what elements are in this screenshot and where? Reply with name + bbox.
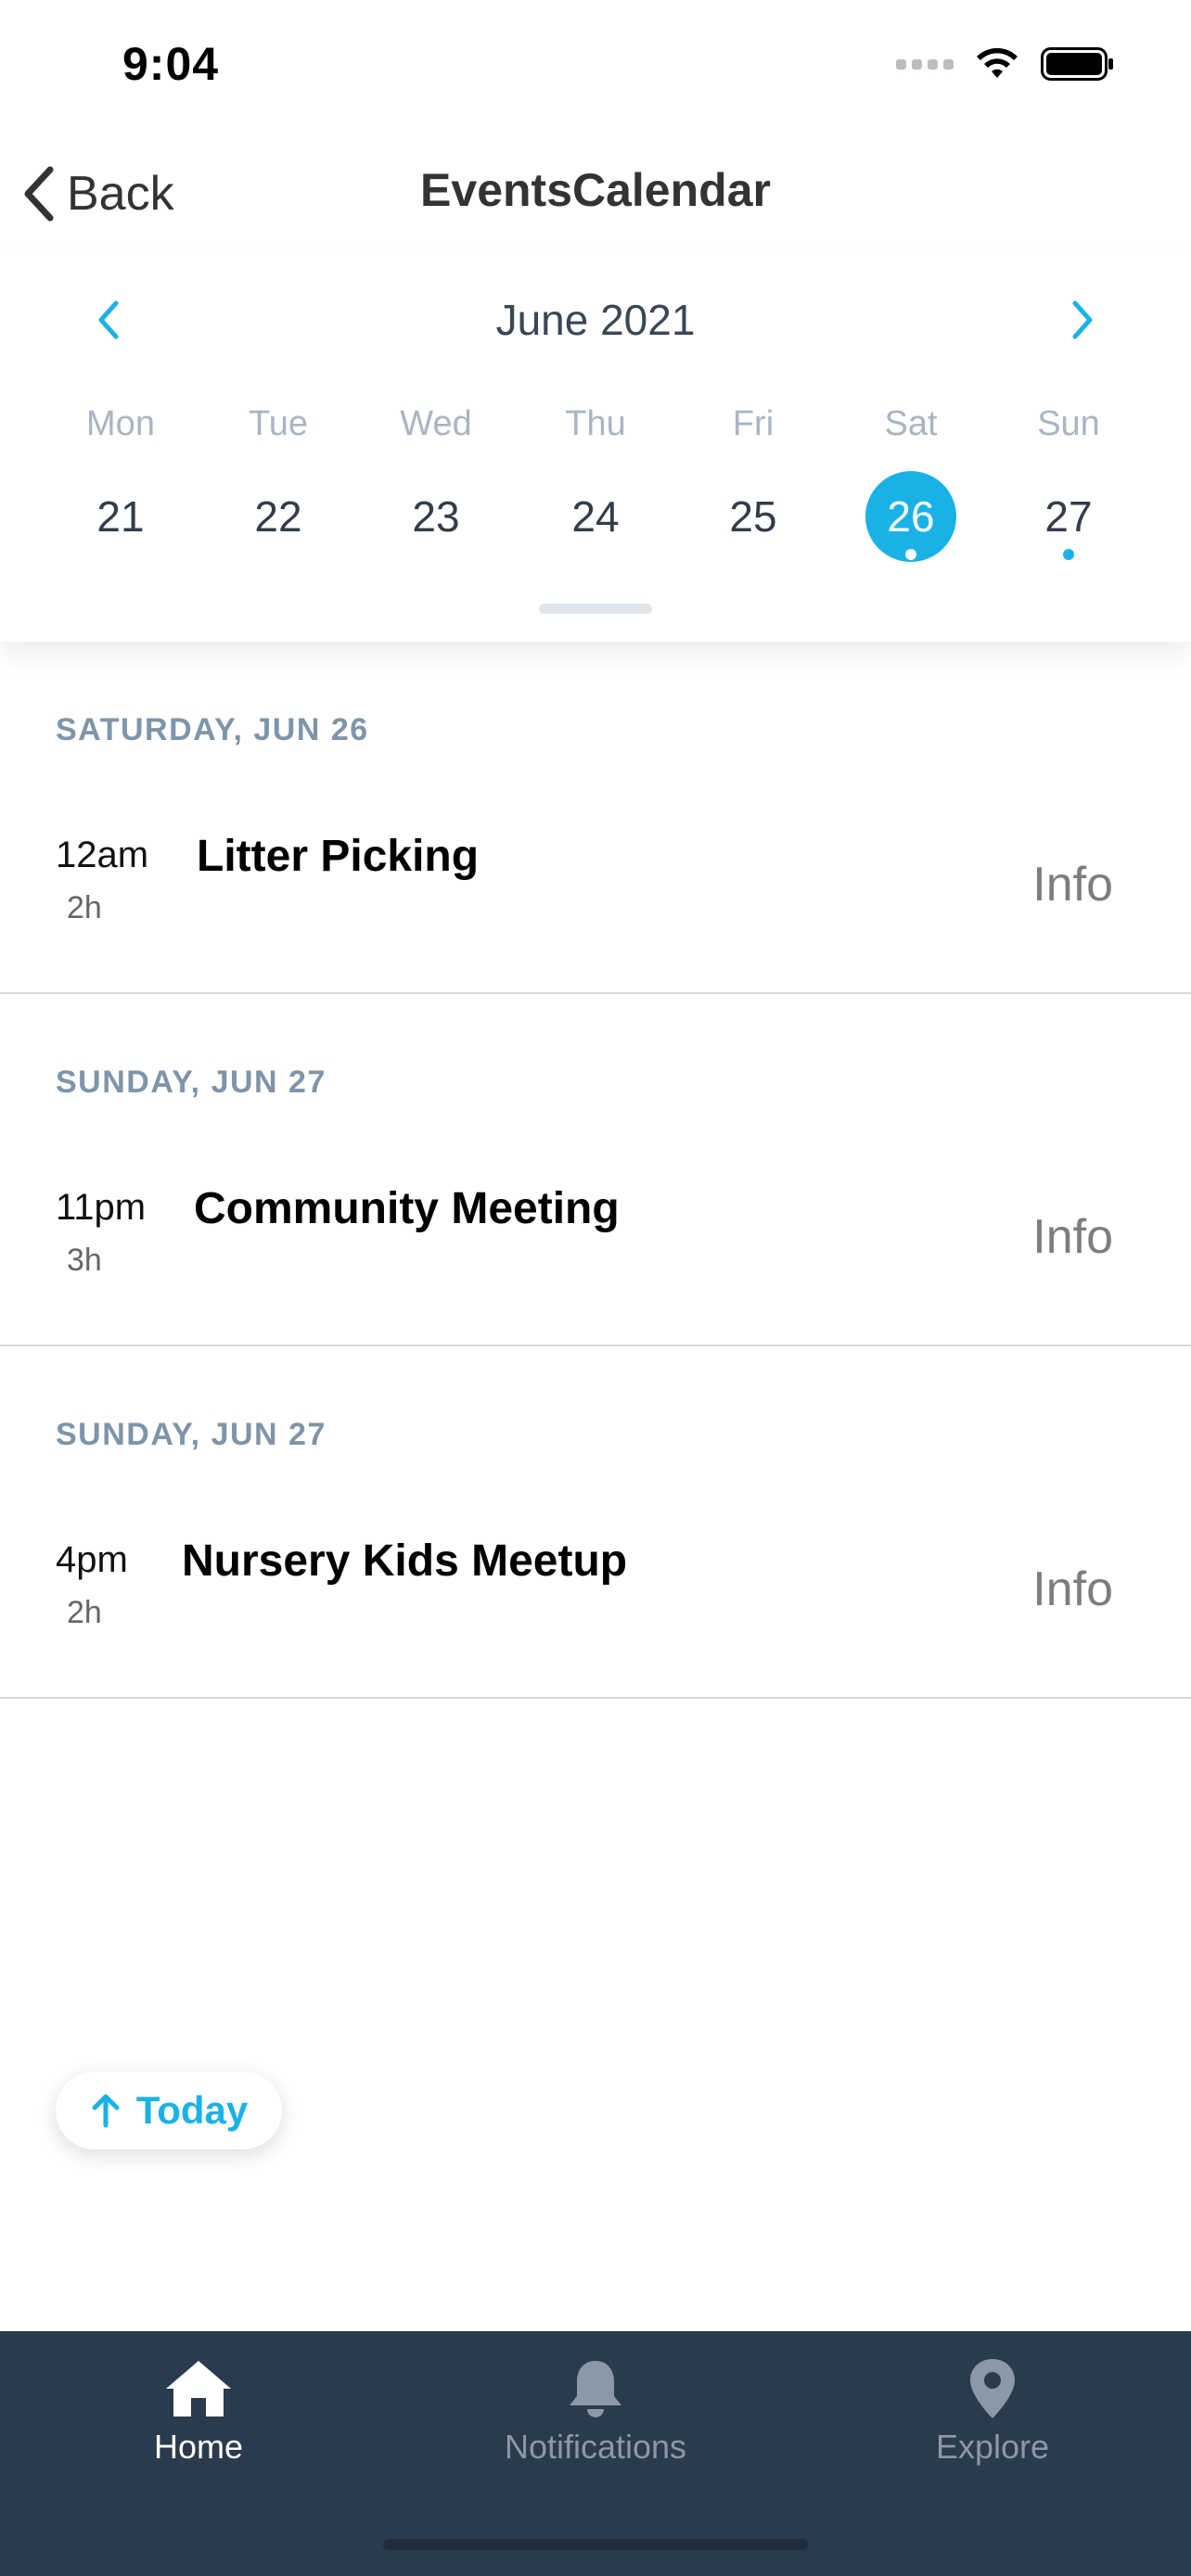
event-indicator-dot: [905, 549, 916, 560]
arrow-up-icon: [92, 2094, 120, 2128]
event-duration: 2h: [67, 890, 102, 925]
month-row: June 2021: [0, 276, 1191, 360]
chevron-right-icon: [1072, 300, 1093, 339]
day-cell[interactable]: 23: [391, 471, 481, 562]
tab-notifications[interactable]: Notifications: [456, 2357, 735, 2478]
calendar-drag-handle[interactable]: [539, 604, 652, 614]
day-number: 24: [571, 492, 620, 541]
event-title[interactable]: Nursery Kids Meetup: [182, 1536, 627, 1587]
event-duration: 2h: [67, 1595, 102, 1630]
weekday-label: Sun: [1037, 404, 1100, 443]
battery-icon: [1041, 47, 1113, 81]
weekday-label: Thu: [565, 404, 626, 443]
home-indicator: [383, 2539, 808, 2550]
event-time: 11pm: [56, 1187, 147, 1228]
event-info-button[interactable]: Info: [1032, 1209, 1113, 1265]
section-date-header: SUNDAY, JUN 27: [56, 1065, 327, 1100]
event-section: SUNDAY, JUN 27 4pm 2h Nursery Kids Meetu…: [0, 1346, 1191, 1699]
day-number: 22: [254, 492, 302, 541]
event-time: 12am: [56, 835, 149, 875]
weekday-label: Tue: [248, 404, 309, 443]
tab-label: Notifications: [504, 2428, 687, 2466]
day-cell[interactable]: 26: [865, 471, 956, 562]
home-icon: [166, 2361, 231, 2417]
section-date-header: SUNDAY, JUN 27: [56, 1417, 327, 1452]
event-title[interactable]: Litter Picking: [197, 831, 479, 882]
month-label: June 2021: [495, 296, 696, 344]
events-list: SATURDAY, JUN 26 12am 2h Litter Picking …: [0, 642, 1191, 1699]
day-row: 21 22 23 24 25 26 27: [0, 471, 1191, 573]
weekday-label: Mon: [86, 404, 155, 443]
event-title[interactable]: Community Meeting: [194, 1183, 620, 1234]
day-number: 26: [887, 492, 935, 541]
weekday-row: Mon Tue Wed Thu Fri Sat Sun: [0, 404, 1191, 451]
wifi-icon: [977, 47, 1018, 78]
section-date-header: SATURDAY, JUN 26: [56, 712, 369, 747]
week-calendar: June 2021 Mon Tue Wed Thu Fri Sat Sun 21…: [0, 249, 1191, 642]
today-label: Today: [135, 2088, 249, 2132]
weekday-label: Wed: [400, 404, 472, 443]
event-indicator-dot: [1063, 549, 1074, 560]
day-number: 23: [412, 492, 460, 541]
map-pin-icon: [970, 2359, 1015, 2418]
tab-label: Explore: [935, 2428, 1050, 2466]
day-number: 21: [96, 492, 145, 541]
event-section: SATURDAY, JUN 26 12am 2h Litter Picking …: [0, 642, 1191, 994]
day-cell[interactable]: 22: [233, 471, 324, 562]
event-time: 4pm: [56, 1539, 128, 1580]
tab-explore[interactable]: Explore: [853, 2357, 1132, 2478]
next-week-button[interactable]: [1059, 297, 1106, 343]
day-number: 25: [729, 492, 777, 541]
day-number: 27: [1044, 492, 1093, 541]
tab-home[interactable]: Home: [59, 2357, 338, 2478]
status-time: 9:04: [122, 38, 220, 90]
day-cell[interactable]: 25: [708, 471, 799, 562]
weekday-label: Fri: [732, 404, 775, 443]
day-cell[interactable]: 27: [1023, 471, 1114, 562]
bell-icon: [570, 2361, 621, 2417]
page-title: EventsCalendar: [420, 164, 771, 216]
day-cell[interactable]: 24: [550, 471, 641, 562]
day-cell[interactable]: 21: [75, 471, 166, 562]
status-icons: [896, 46, 1115, 82]
event-section: SUNDAY, JUN 27 11pm 3h Community Meeting…: [0, 994, 1191, 1346]
tab-label: Home: [153, 2428, 244, 2466]
event-info-button[interactable]: Info: [1032, 857, 1113, 912]
event-info-button[interactable]: Info: [1032, 1562, 1113, 1617]
tab-bar: Home Notifications Explore: [0, 2331, 1191, 2576]
today-button[interactable]: Today: [56, 2072, 282, 2149]
event-duration: 3h: [67, 1243, 102, 1278]
navigation-bar: Back EventsCalendar: [0, 139, 1191, 249]
weekday-label: Sat: [884, 404, 938, 443]
status-bar: 9:04: [0, 0, 1191, 139]
cellular-signal-icon: [896, 58, 954, 70]
